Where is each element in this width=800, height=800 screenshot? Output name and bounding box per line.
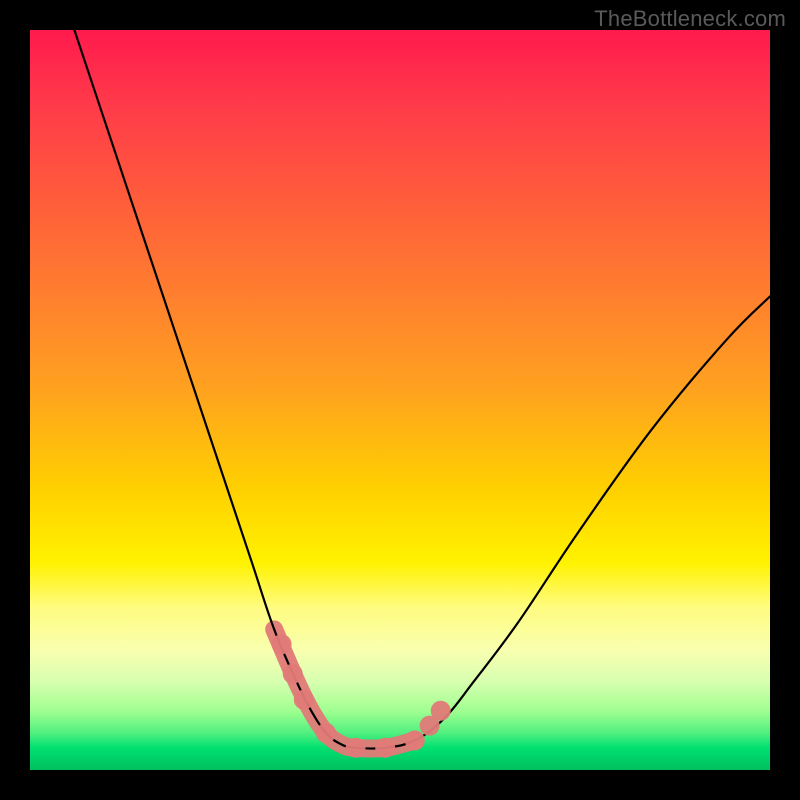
- bottleneck-curve: [74, 30, 770, 749]
- highlight-marker: [431, 701, 451, 721]
- plot-area: [30, 30, 770, 770]
- chart-svg: [30, 30, 770, 770]
- watermark-text: TheBottleneck.com: [594, 6, 786, 32]
- highlight-marker: [272, 634, 292, 654]
- highlight-marker: [294, 690, 314, 710]
- curve-highlight: [274, 629, 415, 748]
- stage: TheBottleneck.com: [0, 0, 800, 800]
- highlight-marker: [283, 664, 303, 684]
- highlight-marker: [346, 738, 366, 758]
- highlight-marker: [316, 723, 336, 743]
- highlight-marker: [375, 738, 395, 758]
- highlight-marker: [405, 730, 425, 750]
